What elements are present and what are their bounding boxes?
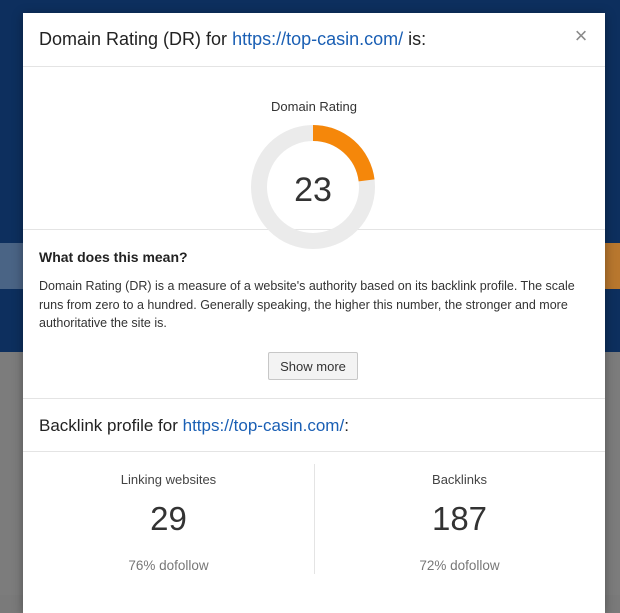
modal-title-url-link[interactable]: https://top-casin.com/	[232, 29, 403, 49]
backlink-stats: Linking websites 29 76% dofollow Backlin…	[23, 452, 605, 592]
close-icon[interactable]: ×	[571, 25, 591, 49]
meaning-title: What does this mean?	[39, 249, 188, 265]
domain-rating-section: Domain Rating 23	[23, 67, 605, 249]
backlink-profile-url-link[interactable]: https://top-casin.com/	[183, 416, 345, 435]
stat-label: Backlinks	[432, 472, 487, 487]
stat-value: 29	[150, 500, 187, 537]
stat-backlinks: Backlinks 187 72% dofollow	[314, 452, 605, 592]
modal-header: Domain Rating (DR) for https://top-casin…	[23, 13, 605, 67]
domain-rating-modal: Domain Rating (DR) for https://top-casin…	[23, 13, 605, 613]
background-button	[604, 243, 620, 289]
meaning-section: What does this mean? Domain Rating (DR) …	[23, 230, 605, 399]
meaning-text: Domain Rating (DR) is a measure of a web…	[39, 279, 575, 330]
stat-dofollow: 76% dofollow	[128, 558, 209, 573]
background-input	[0, 243, 24, 289]
backlink-profile-title: Backlink profile for https://top-casin.c…	[39, 416, 349, 435]
modal-title: Domain Rating (DR) for https://top-casin…	[39, 29, 427, 49]
stat-label: Linking websites	[120, 472, 217, 487]
stat-linking-websites: Linking websites 29 76% dofollow	[23, 452, 314, 592]
stat-value: 187	[431, 500, 488, 537]
backlink-profile-header: Backlink profile for https://top-casin.c…	[23, 399, 605, 452]
domain-rating-value: 23	[294, 171, 332, 209]
domain-rating-label: Domain Rating	[271, 99, 357, 114]
stat-dofollow: 72% dofollow	[419, 558, 500, 573]
show-more-button[interactable]: Show more	[268, 352, 358, 380]
